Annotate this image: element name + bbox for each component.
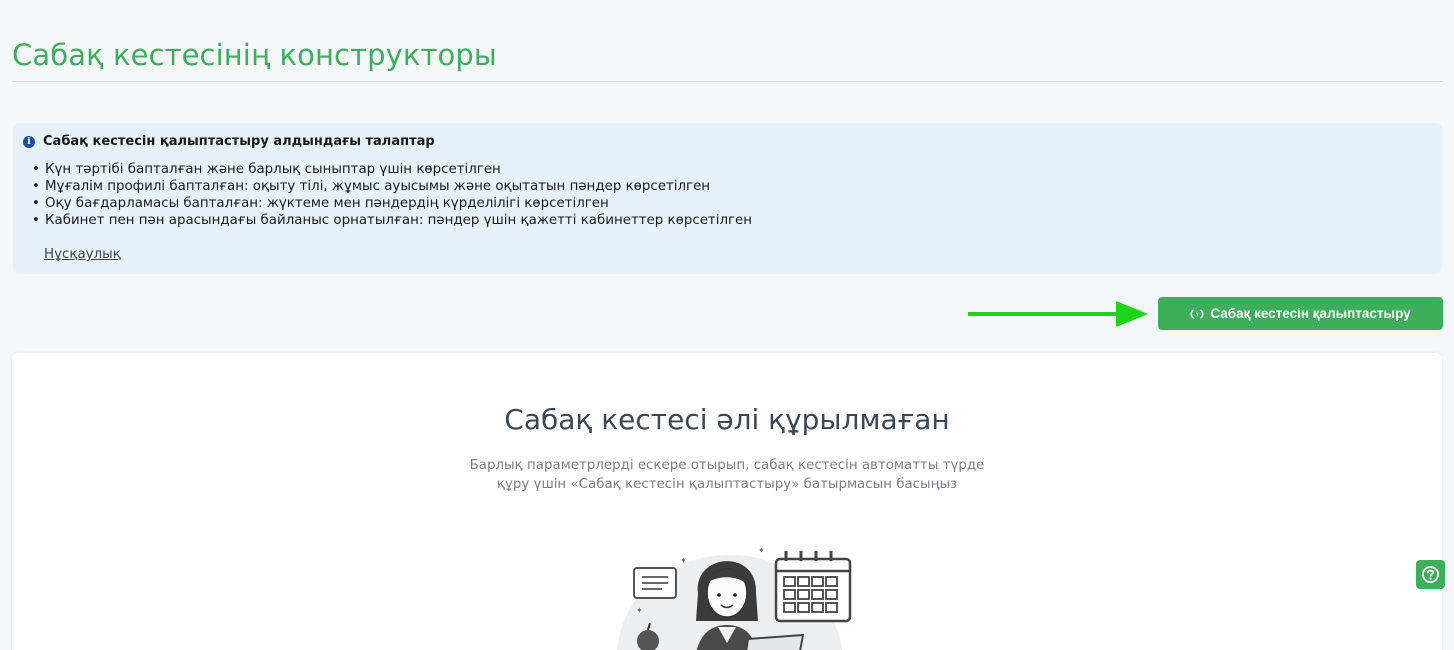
svg-text:✦: ✦ — [636, 606, 643, 615]
list-item-text: Оқу бағдарламасы бапталған: жүктеме мен … — [45, 196, 609, 211]
list-item-text: Мұғалім профилі бапталған: оқыту тілі, ж… — [45, 179, 711, 194]
list-item: • Күн тәртібі бапталған және барлық сынып… — [32, 162, 501, 177]
generate-button-label: Сабақ кестесін қалыптастыру — [1210, 306, 1411, 321]
manual-link[interactable]: Нұсқаулық — [44, 247, 121, 262]
help-button[interactable] — [1416, 560, 1445, 589]
empty-state-title: Сабақ кестесі әлі құрылмаған — [504, 403, 950, 436]
list-item: • Кабинет пен пән арасындағы байланыс орн… — [32, 213, 753, 228]
teacher-illustration: ✦ ✦ ✦ — [617, 546, 852, 650]
svg-text:✦: ✦ — [758, 546, 765, 555]
alert-header: i Сабақ кестесін қалыптастыру алдындағы … — [23, 134, 435, 149]
empty-state-description: Барлық параметрлерді ескере отырып, саба… — [12, 456, 1442, 494]
list-item: • Мұғалім профилі бапталған: оқыту тілі, … — [32, 179, 711, 194]
title-divider — [12, 81, 1442, 82]
list-item-text: Кабинет пен пән арасындағы байланыс орна… — [45, 213, 753, 228]
question-circle-icon — [1421, 565, 1440, 584]
list-item: • Оқу бағдарламасы бапталған: жүктеме мен… — [32, 196, 609, 211]
schedule-card: Сабақ кестесі әлі құрылмаған Барлық пара… — [12, 353, 1442, 650]
arrow-right-icon — [968, 301, 1148, 327]
generate-schedule-button[interactable]: Сабақ кестесін қалыптастыру — [1158, 297, 1443, 330]
page-title: Сабақ кестесінің конструкторы — [12, 38, 497, 72]
requirements-alert: i Сабақ кестесін қалыптастыру алдындағы … — [13, 123, 1442, 274]
list-item-text: Күн тәртібі бапталған және барлық сыныпт… — [45, 162, 501, 177]
alert-title: Сабақ кестесін қалыптастыру алдындағы та… — [43, 134, 435, 149]
generate-icon — [1190, 307, 1204, 321]
empty-state-description-line: құру үшін «Сабақ кестесін қалыптастыру» … — [496, 477, 958, 492]
empty-state-description-line: Барлық параметрлерді ескере отырып, саба… — [469, 458, 985, 473]
requirements-list: • Күн тәртібі бапталған және барлық сынып… — [32, 161, 752, 229]
svg-text:✦: ✦ — [680, 556, 687, 565]
info-icon: i — [23, 135, 35, 148]
